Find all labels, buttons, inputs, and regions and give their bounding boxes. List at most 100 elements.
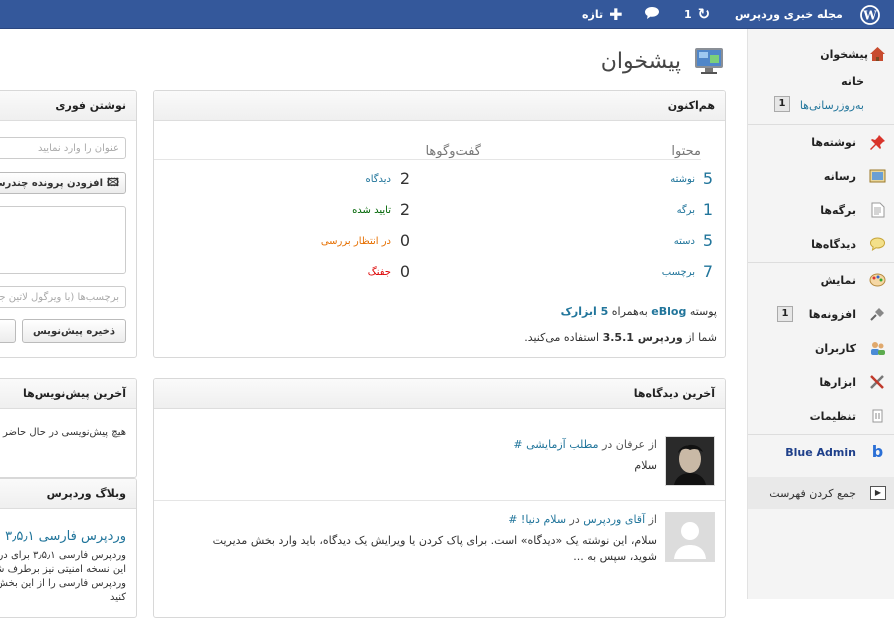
admin-bar: W مجله خبری وردپرس 1 ↻ تازه ✚: [0, 0, 894, 29]
media-icon: 🖾: [107, 175, 119, 189]
menu-media[interactable]: رسانه: [748, 161, 894, 191]
menu-users[interactable]: کاربران: [748, 333, 894, 363]
discussion-heading: گفت‌وگوها: [425, 144, 481, 159]
comments-count[interactable]: 2: [400, 169, 410, 188]
menu-tools-label: ابزارها: [819, 375, 856, 389]
new-content-link[interactable]: تازه ✚: [582, 0, 623, 29]
quick-press-title-input[interactable]: عنوان را وارد نمایید: [0, 137, 126, 159]
plus-icon: ✚: [609, 5, 623, 24]
updates-count: 1: [684, 8, 692, 21]
menu-appearance[interactable]: نمایش: [748, 265, 894, 295]
comment-text: سلام، این نوشته یک «دیدگاه» است. برای پا…: [212, 534, 657, 563]
comment-bubble-icon: [644, 6, 660, 23]
comments-label[interactable]: دیدگاه: [365, 174, 391, 185]
main-content: پیشخوان هم‌اکنون محتوا گفت‌وگوها 5 نوشته…: [0, 29, 747, 618]
page-title: پیشخوان: [600, 49, 681, 74]
comment-meta: از آقای وردپرس در سلام دنیا! #: [508, 513, 657, 526]
comment-author: عرفان: [615, 438, 646, 451]
menu-tools[interactable]: ابزارها: [748, 367, 894, 397]
blog-post-link[interactable]: وردپرس فارسی ۳٫۵٫۱: [5, 529, 126, 544]
recent-drafts-widget: آخرین پیش‌نویس‌ها هیچ پیش‌نویسی در حال ح…: [0, 378, 137, 478]
updates-link[interactable]: 1 ↻: [684, 0, 710, 29]
comment-permalink[interactable]: #: [508, 513, 517, 526]
theme-prefix: پوسته: [689, 305, 717, 318]
right-now-header[interactable]: هم‌اکنون: [154, 91, 725, 121]
pages-count[interactable]: 1: [703, 200, 713, 219]
pending-count[interactable]: 0: [400, 231, 410, 250]
categories-count[interactable]: 5: [703, 231, 713, 250]
menu-appearance-label: نمایش: [820, 273, 856, 287]
comment-post-link[interactable]: مطلب آزمایشی: [526, 438, 599, 451]
site-title: مجله خبری وردپرس: [735, 8, 843, 21]
version-suffix: استفاده می‌کنید.: [524, 331, 600, 344]
approved-label[interactable]: تایید شده: [352, 205, 391, 216]
menu-dashboard-label: پیشخوان: [820, 47, 868, 61]
version-prefix: شما از: [686, 331, 717, 344]
version-line: شما از وردپرس 3.5.1 استفاده می‌کنید.: [524, 331, 717, 344]
comment-in: در: [569, 513, 580, 526]
submenu-home-label: خانه: [841, 74, 864, 88]
right-now-widget: هم‌اکنون محتوا گفت‌وگوها 5 نوشته 1 برگه …: [153, 90, 726, 358]
blog-post-excerpt: وردپرس فارسی ۳٫۵٫۱ برای دریافت است. این …: [0, 550, 126, 603]
pushpin-icon: [869, 134, 886, 150]
theme-name-link[interactable]: eBlog: [651, 305, 686, 318]
approved-count[interactable]: 2: [400, 200, 410, 219]
house-icon: [869, 46, 886, 62]
pages-label[interactable]: برگه: [677, 205, 695, 216]
menu-blue-admin[interactable]: b Blue Admin: [748, 437, 894, 467]
plug-icon: [869, 306, 886, 322]
menu-media-label: رسانه: [823, 169, 856, 183]
menu-dashboard[interactable]: پیشخوان: [748, 39, 894, 69]
tools-icon: [869, 374, 886, 390]
tags-count[interactable]: 7: [703, 262, 713, 281]
svg-text:W: W: [862, 8, 877, 22]
pending-label[interactable]: در انتظار بررسی: [321, 236, 391, 247]
palette-icon: [869, 272, 886, 288]
collapse-menu[interactable]: ▶ جمع کردن فهرست: [748, 477, 894, 509]
spam-label[interactable]: جفنگ: [368, 267, 391, 278]
refresh-icon: ↻: [697, 5, 711, 23]
submenu-updates-label: به‌روزرسانی‌ها: [799, 98, 864, 112]
content-divider: [451, 159, 701, 160]
add-media-button[interactable]: 🖾 افزودن پرونده چندرسانه‌ای: [0, 172, 126, 194]
recent-comments-header[interactable]: آخرین دیدگاه‌ها: [154, 379, 725, 409]
comment-text: سلام: [634, 459, 657, 472]
media-icon: [869, 168, 886, 184]
quick-press-tags-input[interactable]: برچسب‌ها (با ویرگول لاتین جدا شوند): [0, 286, 126, 308]
wordpress-logo-icon[interactable]: W: [860, 0, 884, 29]
menu-users-label: کاربران: [815, 341, 856, 355]
comment-author[interactable]: آقای وردپرس: [583, 513, 645, 526]
menu-posts[interactable]: نوشته‌ها: [748, 127, 894, 157]
publish-button[interactable]: [0, 319, 16, 343]
plugins-badge: 1: [777, 306, 793, 322]
admin-menu: پیشخوان خانه به‌روزرسانی‌ها 1 نوشته‌ها ر…: [747, 29, 894, 599]
site-name-link[interactable]: مجله خبری وردپرس: [735, 0, 843, 29]
menu-separator: [748, 434, 894, 435]
comments-link[interactable]: [644, 0, 660, 29]
menu-pages[interactable]: برگه‌ها: [748, 195, 894, 225]
content-heading: محتوا: [671, 144, 701, 159]
categories-label[interactable]: دسته: [674, 236, 695, 247]
menu-plugins[interactable]: افزونه‌ها 1: [748, 299, 894, 329]
quick-press-header[interactable]: نوشتن فوری: [0, 91, 136, 121]
wordpress-blog-header[interactable]: وبلاگ وردپرس: [0, 479, 136, 509]
add-media-label: افزودن پرونده چندرسانه‌ای: [0, 177, 104, 189]
comment-from: از: [648, 513, 657, 526]
widgets-link[interactable]: 5 ابزارک: [561, 305, 609, 318]
comment-post-link[interactable]: سلام دنیا!: [521, 513, 566, 526]
posts-count[interactable]: 5: [703, 169, 713, 188]
avatar: [665, 436, 715, 486]
comment-permalink[interactable]: #: [513, 438, 522, 451]
save-draft-button[interactable]: ذخیره پیش‌نویس: [22, 319, 126, 343]
posts-label[interactable]: نوشته: [670, 174, 695, 185]
comment-meta: از عرفان در مطلب آزمایشی #: [513, 438, 657, 451]
menu-settings[interactable]: تنظیمات: [748, 401, 894, 431]
tags-label[interactable]: برچسب: [662, 267, 695, 278]
updates-badge: 1: [774, 96, 790, 112]
quick-press-content-textarea[interactable]: [0, 206, 126, 274]
submenu-updates[interactable]: به‌روزرسانی‌ها 1: [748, 95, 894, 115]
recent-drafts-header[interactable]: آخرین پیش‌نویس‌ها: [0, 379, 136, 409]
spam-count[interactable]: 0: [400, 262, 410, 281]
menu-comments[interactable]: دیدگاه‌ها: [748, 229, 894, 259]
submenu-home[interactable]: خانه: [748, 71, 894, 91]
